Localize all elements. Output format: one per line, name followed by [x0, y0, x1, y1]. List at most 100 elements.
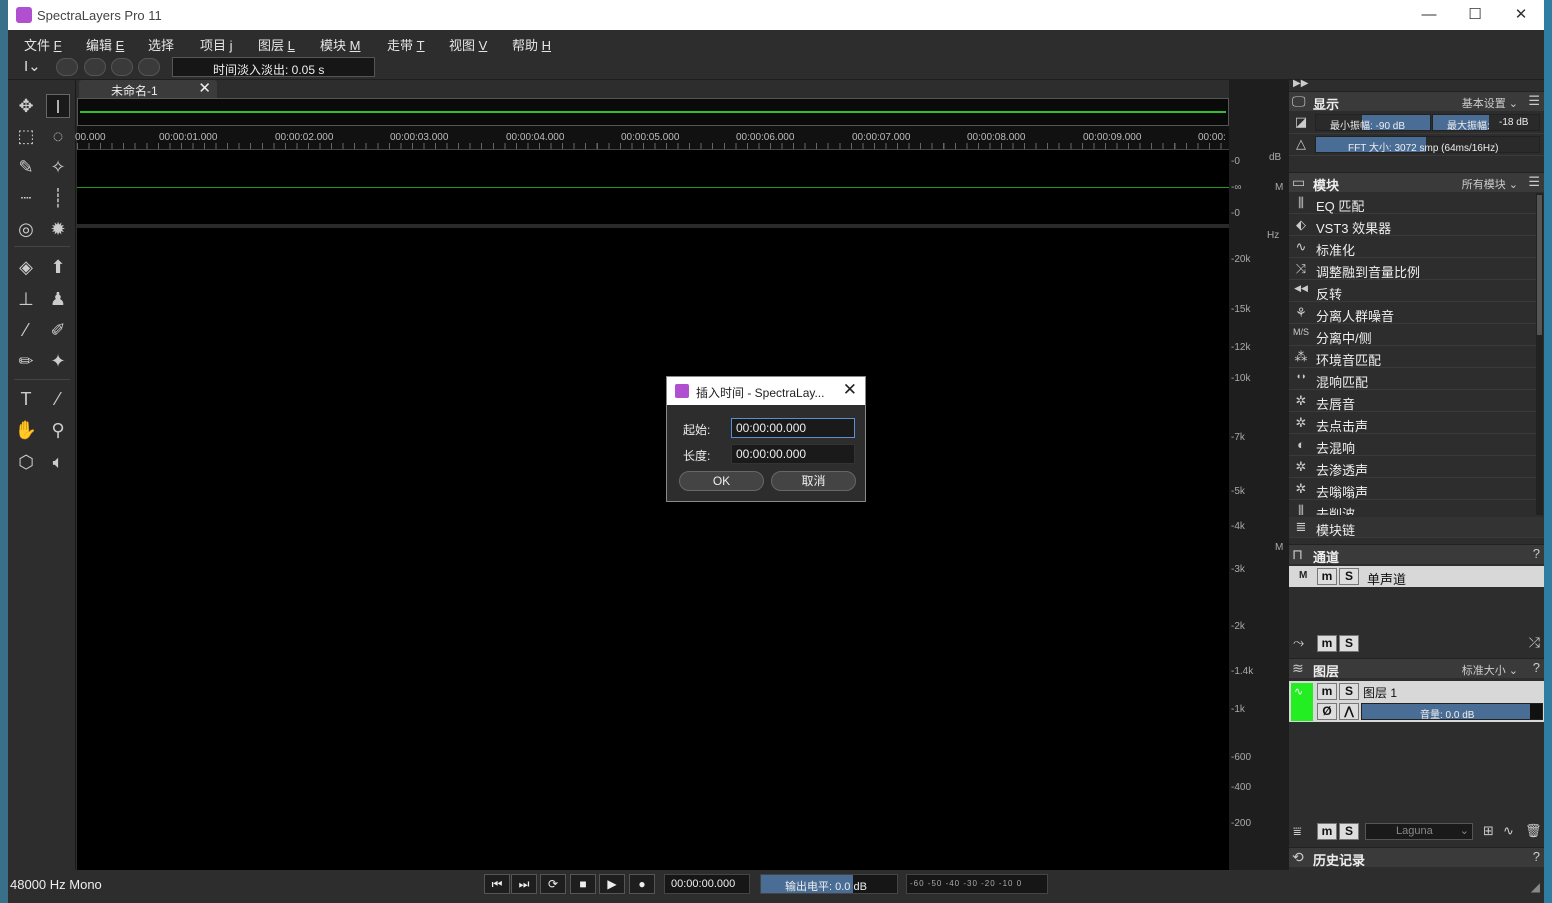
menu-module[interactable]: 模块 M: [320, 35, 360, 54]
spray-icon[interactable]: ✦: [46, 349, 70, 373]
module-item[interactable]: ⚘ 分离人群噪音: [1289, 303, 1536, 324]
layer-solo-button[interactable]: S: [1339, 683, 1359, 700]
layer-mute-button[interactable]: m: [1317, 683, 1337, 700]
layers-mute-all-button[interactable]: m: [1317, 823, 1337, 840]
module-item[interactable]: ◀◀ 反转: [1289, 281, 1536, 302]
module-item[interactable]: ∿ 标准化: [1289, 237, 1536, 258]
brush-icon[interactable]: ✐: [46, 318, 70, 342]
waveform-view[interactable]: [77, 151, 1229, 224]
length-time-input[interactable]: [731, 444, 855, 464]
module-item[interactable]: ⤨ 调整融到音量比例: [1289, 259, 1536, 280]
panel-menu-icon[interactable]: ☰: [1528, 174, 1540, 190]
loop-icon[interactable]: ⟳: [540, 874, 566, 894]
record-icon[interactable]: ●: [629, 874, 655, 894]
route-icon[interactable]: ⤳: [1293, 634, 1304, 651]
spectrogram-view[interactable]: [77, 228, 1229, 870]
eyedropper-icon[interactable]: ⁄: [46, 387, 70, 411]
menu-help[interactable]: 帮助 H: [512, 35, 551, 54]
module-item[interactable]: ◖◗ 混响匹配: [1289, 369, 1536, 390]
module-item[interactable]: ✲ 去唇音: [1289, 391, 1536, 412]
text-cursor-icon[interactable]: I⌄: [24, 57, 41, 75]
dialog-close-button[interactable]: ✕: [843, 380, 857, 400]
close-button[interactable]: ✕: [1498, 2, 1544, 28]
module-item[interactable]: ✲ 去点击声: [1289, 413, 1536, 434]
menu-view[interactable]: 视图 V: [449, 35, 487, 54]
module-item[interactable]: ✲ 去嗡嗡声: [1289, 479, 1536, 500]
go-to-end-icon[interactable]: ⏭︎: [511, 874, 537, 894]
time-counter[interactable]: 00:00:00.000: [664, 874, 750, 894]
time-ruler[interactable]: 00.000 00:00:01.000 00:00:02.000 00:00:0…: [75, 126, 1229, 150]
rectangle-select-icon[interactable]: ⬚: [14, 124, 38, 148]
module-item[interactable]: ⬖ VST3 效果器: [1289, 215, 1536, 236]
menu-layer[interactable]: 图层 L: [258, 35, 295, 54]
channels-panel-header[interactable]: ⊓ 通道 ?: [1289, 544, 1544, 565]
selection-mode-new-icon[interactable]: [56, 58, 78, 76]
module-item[interactable]: ⁂ 环境音匹配: [1289, 347, 1536, 368]
ok-button[interactable]: OK: [679, 471, 764, 491]
clone-stamp-icon[interactable]: ⊥: [14, 287, 38, 311]
3d-view-icon[interactable]: ⬡: [14, 450, 38, 474]
transient-select-icon[interactable]: ◎: [14, 217, 38, 241]
selection-mode-add-icon[interactable]: [84, 58, 106, 76]
tab-untitled-1[interactable]: 未命名-1 ✕: [79, 80, 217, 98]
menu-transport[interactable]: 走带 T: [387, 35, 425, 54]
envelope-icon[interactable]: ⋀: [1339, 703, 1359, 720]
help-icon[interactable]: ?: [1533, 660, 1540, 675]
layers-panel-header[interactable]: ≋ 图层 标准大小 ⌄ ?: [1289, 658, 1544, 679]
help-icon[interactable]: ?: [1533, 849, 1540, 864]
layer-row[interactable]: ∿ m S 图层 1 Ø ⋀ 音量: 0.0 dB: [1289, 681, 1544, 722]
layer-color-swatch[interactable]: ∿: [1291, 683, 1313, 721]
go-to-start-icon[interactable]: ⏮︎: [484, 874, 510, 894]
channels-solo-all-button[interactable]: S: [1339, 635, 1359, 652]
modules-panel-header[interactable]: ▭ 模块 所有模块 ⌄ ☰: [1289, 172, 1544, 193]
display-panel-header[interactable]: 🖵︎ 显示 基本设置 ⌄ ☰: [1289, 91, 1544, 112]
magic-wand-icon[interactable]: ✧: [46, 155, 70, 179]
lasso-select-icon[interactable]: ◌: [46, 124, 70, 148]
help-icon[interactable]: ?: [1533, 546, 1540, 561]
channel-mute-button[interactable]: m: [1317, 568, 1337, 585]
move-tool-icon[interactable]: ✥: [14, 94, 38, 118]
layer-volume-slider[interactable]: 音量: 0.0 dB: [1361, 703, 1543, 721]
menu-file[interactable]: 文件 F: [24, 35, 62, 54]
minimize-button[interactable]: —: [1406, 2, 1452, 28]
play-icon[interactable]: ▶: [599, 874, 625, 894]
speaker-icon[interactable]: 🔈︎: [46, 450, 70, 474]
stop-icon[interactable]: ■: [570, 874, 596, 894]
history-panel-header[interactable]: ⟲ 历史记录 ?: [1289, 847, 1544, 868]
selection-mode-intersect-icon[interactable]: [138, 58, 160, 76]
module-item[interactable]: ◐ 去混响: [1289, 435, 1536, 456]
menu-project[interactable]: 项目 j: [200, 35, 233, 54]
module-list-scrollbar[interactable]: [1536, 193, 1543, 515]
amplify-icon[interactable]: ⬆: [46, 255, 70, 279]
channel-solo-button[interactable]: S: [1339, 568, 1359, 585]
zoom-tool-icon[interactable]: ⚲: [46, 418, 70, 442]
module-filter-dropdown[interactable]: 所有模块 ⌄: [1462, 176, 1518, 192]
harmonic-select-icon[interactable]: ┈: [14, 186, 38, 210]
module-item[interactable]: ⫼ EQ 匹配: [1289, 193, 1536, 214]
waveform-overview[interactable]: [77, 98, 1229, 126]
layers-solo-all-button[interactable]: S: [1339, 823, 1359, 840]
module-item[interactable]: M/S 分离中/侧: [1289, 325, 1536, 346]
channel-row[interactable]: M m S 单声道: [1289, 566, 1544, 587]
time-selection-tool-icon[interactable]: I: [46, 94, 70, 118]
new-layer-icon[interactable]: ⊞: [1483, 823, 1494, 839]
brush-select-icon[interactable]: ✎: [14, 155, 38, 179]
add-audio-icon[interactable]: ∿: [1503, 823, 1514, 839]
delete-layer-icon[interactable]: 🗑︎: [1525, 823, 1542, 839]
frequency-select-icon[interactable]: ┊: [46, 186, 70, 210]
layer-size-dropdown[interactable]: 标准大小 ⌄: [1462, 662, 1518, 678]
heal-icon[interactable]: ⁄: [14, 318, 38, 342]
blend-mode-dropdown[interactable]: Laguna ⌄: [1365, 823, 1473, 840]
module-item[interactable]: ✲ 去渗透声: [1289, 457, 1536, 478]
phase-invert-icon[interactable]: Ø: [1317, 703, 1337, 720]
merge-layers-icon[interactable]: ⩸: [1293, 823, 1302, 840]
display-preset-dropdown[interactable]: 基本设置 ⌄: [1462, 95, 1518, 111]
channels-mute-all-button[interactable]: m: [1317, 635, 1337, 652]
selection-mode-subtract-icon[interactable]: [111, 58, 133, 76]
resize-grip-icon[interactable]: ◢: [1531, 880, 1540, 894]
max-amplitude-slider[interactable]: 最大振幅: -18 dB: [1432, 114, 1540, 132]
start-time-input[interactable]: [731, 418, 855, 438]
output-level-slider[interactable]: 输出电平: 0.0 dB: [760, 874, 898, 894]
pencil-icon[interactable]: ✏: [14, 349, 38, 373]
cancel-button[interactable]: 取消: [771, 471, 856, 491]
